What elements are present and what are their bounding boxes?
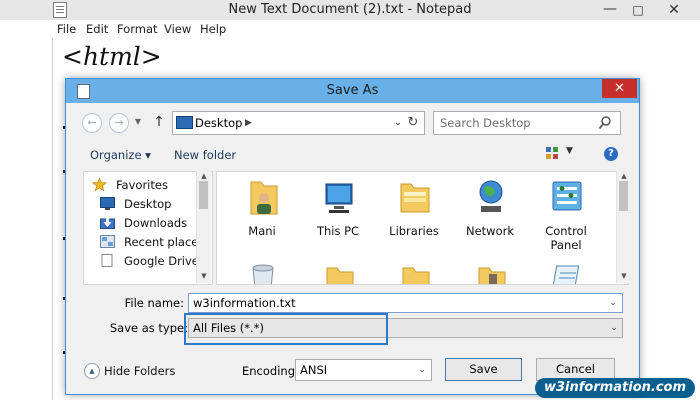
notepad-text-content: <html> [62, 42, 162, 71]
files-pane-scrollbar[interactable]: ▲ ▼ [616, 171, 631, 283]
file-item-label: Libraries [389, 224, 439, 238]
file-item-label: Network [465, 224, 515, 238]
dialog-title: Save As [326, 83, 379, 98]
file-name-input[interactable] [188, 293, 623, 313]
recent-locations-icon[interactable]: ▼ [132, 115, 144, 129]
file-item-label: This PC [316, 224, 360, 238]
menu-view[interactable]: View [164, 22, 191, 36]
navigation-pane-scrollbar[interactable]: ▲ ▼ [196, 171, 211, 283]
nav-item-label: Favorites [116, 178, 168, 192]
menu-file[interactable]: File [57, 22, 76, 36]
desktop-icon [100, 197, 115, 210]
dialog-close-icon[interactable]: ✕ [602, 79, 637, 98]
nav-item-label: Recent places [124, 235, 205, 249]
recent-places-icon [100, 235, 115, 248]
files-pane: Mani This PC Libraries Network Control P… [216, 171, 629, 285]
help-icon[interactable]: ? [604, 147, 618, 161]
view-chevron-down-icon[interactable]: ▼ [566, 146, 573, 156]
save-button[interactable]: Save [445, 358, 522, 381]
user-folder-icon [250, 181, 278, 215]
nav-item-label: Desktop [124, 197, 172, 211]
scrollbar-thumb[interactable] [619, 181, 628, 211]
file-name-label: File name: [124, 296, 184, 310]
encoding-chevron-down-icon[interactable]: ⌄ [415, 362, 429, 378]
save-as-type-chevron-down-icon[interactable]: ⌄ [607, 320, 621, 336]
refresh-icon[interactable]: ↻ [402, 111, 425, 135]
menu-edit[interactable]: Edit [86, 22, 108, 36]
hide-folders-label: Hide Folders [104, 364, 176, 378]
view-options-icon[interactable] [546, 147, 558, 159]
maximize-icon[interactable]: □ [626, 0, 650, 20]
file-item-libraries[interactable]: Libraries [377, 178, 451, 258]
menu-format[interactable]: Format [117, 22, 158, 36]
notepad-title: New Text Document (2).txt - Notepad [228, 2, 472, 17]
nav-item-label: Google Drive [124, 254, 199, 268]
organize-button[interactable]: Organize ▾ [90, 146, 151, 164]
google-drive-icon [101, 254, 113, 267]
up-arrow-icon[interactable]: ↑ [152, 113, 166, 131]
folder-icon[interactable] [399, 264, 431, 285]
scroll-up-icon[interactable]: ▲ [619, 171, 629, 181]
back-icon[interactable]: ← [82, 113, 102, 133]
chevron-up-icon: ▲ [84, 363, 100, 379]
encoding-select[interactable]: ANSI ⌄ [295, 359, 432, 381]
breadcrumb-chevron-icon[interactable]: ▶ [245, 112, 252, 134]
file-item-network[interactable]: Network [453, 178, 527, 258]
libraries-icon [400, 183, 430, 213]
folder-icon[interactable] [475, 264, 507, 285]
close-icon[interactable]: ✕ [654, 0, 694, 20]
navigation-pane: Favorites Desktop Downloads Recent place… [83, 171, 213, 285]
search-input[interactable]: Search Desktop [433, 111, 621, 135]
file-name-chevron-down-icon[interactable]: ⌄ [606, 295, 620, 311]
new-folder-button[interactable]: New folder [174, 146, 236, 164]
notepad-file-icon[interactable] [551, 264, 583, 285]
address-location[interactable]: Desktop [195, 112, 242, 134]
watermark: w3information.com [535, 378, 695, 398]
scroll-down-icon[interactable]: ▼ [619, 271, 629, 281]
control-panel-icon [552, 181, 582, 211]
save-as-type-label: Save as type: [109, 321, 188, 335]
minimize-icon[interactable]: — [598, 0, 622, 20]
recycle-bin-icon[interactable] [247, 264, 279, 285]
network-icon [479, 180, 503, 212]
encoding-value: ANSI [300, 363, 328, 377]
scroll-up-icon[interactable]: ▲ [199, 171, 209, 181]
folder-icon[interactable] [323, 264, 355, 285]
downloads-icon [100, 217, 115, 229]
address-bar[interactable]: Desktop ▶ ⌄ [172, 111, 424, 135]
search-icon[interactable] [598, 115, 612, 131]
file-item-label: Control Panel [545, 224, 587, 252]
forward-icon[interactable]: → [109, 113, 129, 133]
menu-help[interactable]: Help [200, 22, 226, 36]
desktop-icon [176, 116, 193, 129]
scrollbar-thumb[interactable] [199, 181, 208, 209]
star-icon [92, 178, 107, 191]
file-item-this-pc[interactable]: This PC [301, 178, 375, 258]
search-placeholder: Search Desktop [440, 116, 531, 130]
save-as-dialog: Save As ✕ ← → ▼ ↑ Desktop ▶ ⌄ ↻ Search D… [65, 78, 640, 395]
file-item-label: Mani [248, 224, 276, 238]
highlight-annotation [184, 313, 388, 345]
dialog-toolbar: Organize ▾ New folder ▼ ? [66, 141, 639, 169]
file-item-mani[interactable]: Mani [225, 178, 299, 258]
computer-icon [325, 183, 353, 213]
scroll-down-icon[interactable]: ▼ [199, 271, 209, 281]
nav-item-label: Downloads [124, 216, 188, 230]
file-item-control-panel[interactable]: Control Panel [529, 178, 603, 258]
encoding-label: Encoding: [242, 364, 299, 378]
